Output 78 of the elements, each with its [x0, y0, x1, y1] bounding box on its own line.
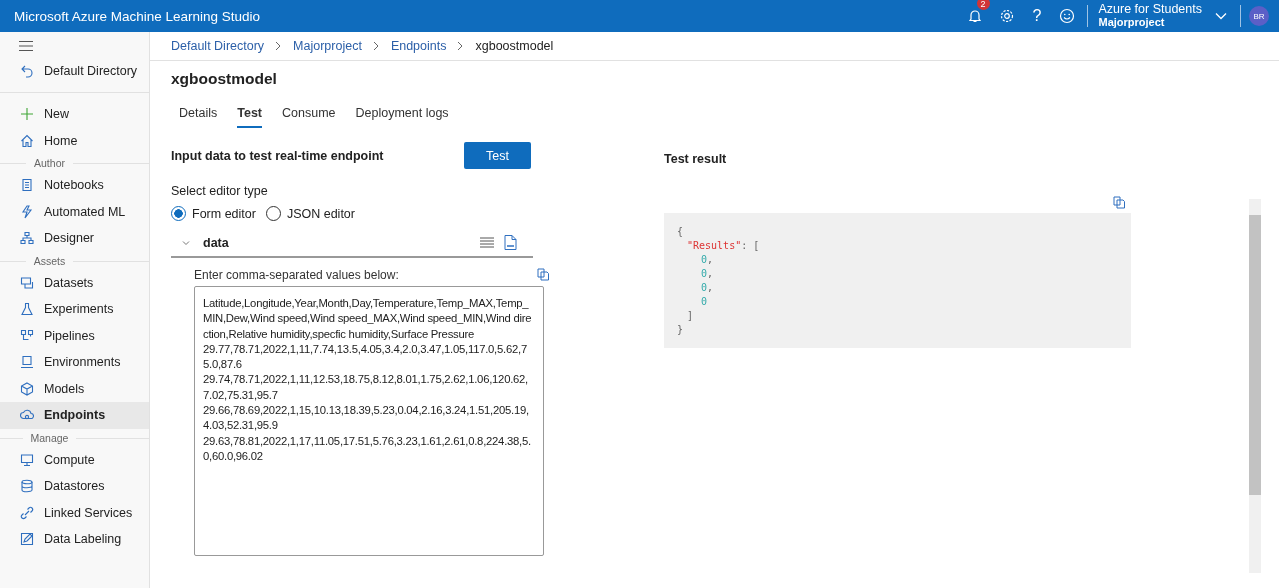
copy-icon[interactable]: [1113, 196, 1125, 209]
sidebar-item[interactable]: New: [0, 101, 149, 128]
hierarchy-icon: [20, 231, 34, 246]
chevron-right-icon: [275, 41, 283, 51]
code-token: 0: [701, 268, 708, 279]
workspace-name: Majorproject: [1098, 16, 1166, 29]
copy-icon[interactable]: [537, 268, 549, 281]
database-icon: [20, 479, 34, 494]
breadcrumb-link[interactable]: xgboostmodel: [475, 39, 554, 53]
input-field[interactable]: Latitude,Longitude,Year,Month,Day,Temperature,Temp_MAX,Temp_MIN,Dew,Wind speed,Wind speed_MAX,Wind speed_MIN,Wind direction,Relative humidity,specfic humidity,Surface Pressure 29.77,78.71,2022,1,11,7.74,13.5,4.05,3.4,2.0,3.47,1.05,117.0,5.62,75.0,87.6 29.74,78.71,2022,1,11,12.53,18.75,8.12,8.01,1.75,2.62,1.06,120.62,7.02,75.31,95.7 29.66,78.69,2022,1,15,10.13,18.39,5.23,0.04,2.16,3.24,1.51,205.19,4.03,52.31,95.9 29.63,78.81,2022,1,17,11.05,17.51,5.76,3.23,1.61,2.61,0.8,224.38,5.0,60.0,96.02: [194, 286, 544, 556]
radio-option[interactable]: JSON editor: [265, 206, 355, 221]
page-title: xgboostmodel: [171, 70, 278, 88]
plus-icon: [20, 107, 34, 122]
tab[interactable]: Consume: [282, 102, 336, 128]
section-heading: Input data to test real-time endpoint: [171, 148, 384, 163]
app-title: Microsoft Azure Machine Learning Studio: [14, 8, 261, 24]
user-avatar[interactable]: BR: [1249, 6, 1269, 26]
breadcrumb-link[interactable]: Majorproject: [293, 39, 362, 53]
sidebar-item[interactable]: Endpoints: [0, 402, 149, 429]
code-token: 0: [701, 296, 708, 307]
sidebar-item[interactable]: Default Directory: [0, 56, 149, 93]
subscription-name: Azure for Students: [1098, 3, 1202, 16]
pipeline-icon: [20, 328, 34, 343]
code-token: "Results": [687, 240, 742, 251]
section-heading: Author: [26, 157, 73, 169]
code-token: [: [753, 240, 760, 251]
radio-option[interactable]: Form editor: [171, 206, 256, 221]
sidebar-item[interactable]: Compute: [0, 446, 149, 473]
breadcrumb-link[interactable]: Endpoints: [390, 39, 447, 53]
tab[interactable]: Details: [179, 102, 218, 128]
sidebar-item[interactable]: Datasets: [0, 269, 149, 296]
chevron-right-icon: [372, 41, 380, 51]
help-button[interactable]: ?: [1026, 7, 1048, 25]
lightning-icon: [20, 204, 34, 219]
code-token: 0: [701, 282, 708, 293]
dataset-icon: [20, 275, 34, 290]
code-token: {: [677, 226, 684, 237]
section-heading: Manage: [22, 431, 77, 444]
code-token: ]: [687, 310, 694, 321]
code-token: :: [741, 240, 748, 251]
house-icon: [20, 133, 34, 148]
monitor-icon: [20, 355, 34, 370]
sidebar-item[interactable]: Automated ML: [0, 198, 149, 225]
section-label: data: [203, 235, 229, 250]
file-icon[interactable]: [504, 235, 517, 250]
code-token: ,: [707, 254, 714, 265]
test-button[interactable]: Test: [464, 142, 531, 169]
sidebar-item[interactable]: Notebooks: [0, 172, 149, 199]
tab[interactable]: Test: [237, 102, 262, 128]
sidebar-item[interactable]: Linked Services: [0, 499, 149, 526]
code-token: ,: [707, 282, 714, 293]
cube-icon: [20, 381, 34, 396]
sidebar-item[interactable]: Environments: [0, 349, 149, 376]
radio-button[interactable]: [171, 206, 186, 221]
code-token: 0: [701, 254, 708, 265]
scrollbar[interactable]: [1249, 199, 1261, 573]
breadcrumb-link[interactable]: Default Directory: [171, 39, 265, 53]
editor-type-label: Select editor type: [171, 184, 269, 198]
desktop-icon: [20, 452, 34, 467]
flask-icon: [20, 302, 34, 317]
sidebar-item[interactable]: Experiments: [0, 296, 149, 323]
sidebar-item[interactable]: Home: [0, 127, 149, 154]
sidebar-item[interactable]: Designer: [0, 225, 149, 252]
section-heading: Assets: [25, 254, 74, 267]
section-heading: Test result: [664, 152, 728, 166]
sidebar-item[interactable]: Models: [0, 375, 149, 402]
field-label: Enter comma-separated values below:: [194, 268, 399, 282]
notepad-icon: [20, 178, 34, 193]
chevron-right-icon: [457, 41, 465, 51]
code-token: ,: [707, 268, 714, 279]
code-token: }: [677, 324, 684, 335]
sidebar-item[interactable]: Data Labeling: [0, 526, 149, 553]
notification-badge: 2: [976, 0, 990, 10]
tab[interactable]: Deployment logs: [355, 102, 449, 128]
chain-icon: [20, 505, 34, 520]
sidebar-item[interactable]: Pipelines: [0, 322, 149, 349]
sidebar-item[interactable]: Datastores: [0, 473, 149, 500]
back-arrow-icon: [20, 64, 34, 78]
